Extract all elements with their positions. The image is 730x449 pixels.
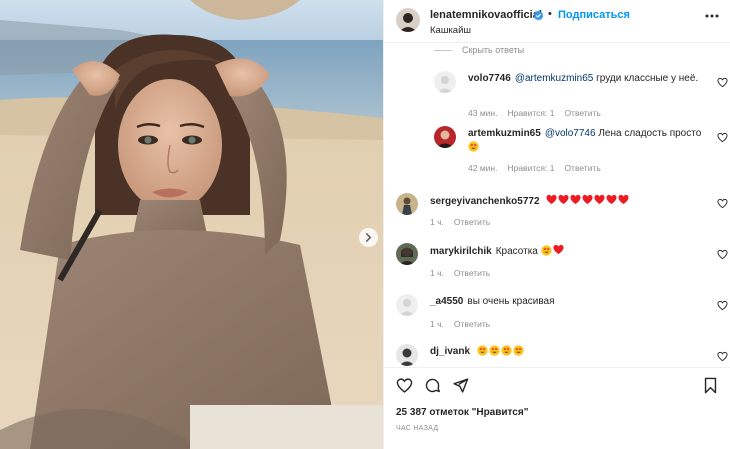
reply-button[interactable]: Ответить <box>564 108 600 118</box>
comment-meta: 1 ч. Ответить <box>430 217 500 227</box>
avatar-photo-icon <box>396 243 418 265</box>
comment-meta: 1 ч. Ответить <box>430 268 500 278</box>
comments-list[interactable]: Скрыть ответы volo7746 @artemkuzmin65 гру… <box>384 44 730 367</box>
header-separator: • <box>548 8 552 20</box>
post-photo <box>0 0 383 449</box>
comment-like-heart-icon[interactable] <box>717 300 728 311</box>
commenter-avatar[interactable] <box>434 71 456 93</box>
avatar-photo-icon <box>434 126 456 148</box>
comment-icon[interactable] <box>424 377 441 394</box>
comment-like-heart-icon[interactable] <box>717 198 728 209</box>
heart-eyes-emoji-icon <box>513 345 524 356</box>
bookmark-icon[interactable] <box>702 377 719 394</box>
reply-button[interactable]: Ответить <box>564 163 600 173</box>
red-heart-emoji-icon <box>594 194 605 205</box>
commenter-avatar[interactable] <box>396 294 418 316</box>
comment-like-heart-icon[interactable] <box>717 249 728 260</box>
reply-button[interactable]: Ответить <box>454 268 490 278</box>
hide-replies-label: Скрыть ответы <box>462 45 525 55</box>
comment-mention[interactable]: @volo7746 <box>545 128 596 139</box>
post-media[interactable] <box>0 0 383 449</box>
instagram-post: lenatemnikovaofficial • Подписаться Кашк… <box>0 0 730 449</box>
comment-like-heart-icon[interactable] <box>717 132 728 143</box>
comment-meta: 1 ч. Ответить <box>430 319 500 329</box>
heart-eyes-emoji-icon <box>468 141 479 152</box>
reply-button[interactable]: Ответить <box>454 217 490 227</box>
comment-username[interactable]: volo7746 <box>468 73 511 84</box>
comment-username[interactable]: sergeyivanchenko5772 <box>430 196 540 207</box>
default-avatar-icon <box>434 71 456 93</box>
post-location[interactable]: Кашкайш <box>430 25 471 36</box>
heart-eyes-emoji-icon <box>501 345 512 356</box>
heart-eyes-emoji-icon <box>489 345 500 356</box>
avatar-photo-icon <box>396 193 418 215</box>
replies-divider <box>434 49 452 51</box>
author-username[interactable]: lenatemnikovaofficial <box>430 9 542 21</box>
comment-time: 1 ч. <box>430 268 444 278</box>
avatar-photo-icon <box>396 344 418 366</box>
likes-count[interactable]: 25 387 отметок "Нравится" <box>396 407 528 418</box>
red-heart-emoji-icon <box>570 194 581 205</box>
avatar-photo-icon <box>396 8 420 32</box>
comment-mention[interactable]: @artemkuzmin65 <box>515 73 594 84</box>
comment-username[interactable]: artemkuzmin65 <box>468 128 541 139</box>
verified-badge-icon <box>533 10 544 21</box>
comment-time: 1 ч. <box>430 319 444 329</box>
follow-button[interactable]: Подписаться <box>558 9 630 21</box>
post-actions: 25 387 отметок "Нравится" ЧАС НАЗАД <box>384 367 730 449</box>
comment-text: Лена сладость просто <box>595 128 702 139</box>
comment-text: Красотка <box>495 246 538 257</box>
chevron-right-icon <box>365 233 372 242</box>
comment-time: 1 ч. <box>430 217 444 227</box>
reply-button[interactable]: Ответить <box>454 319 490 329</box>
comment-like-heart-icon[interactable] <box>717 77 728 88</box>
commenter-avatar[interactable] <box>396 243 418 265</box>
share-icon[interactable] <box>452 377 469 394</box>
comment-likes[interactable]: Нравится: 1 <box>507 108 554 118</box>
carousel-next-button[interactable] <box>359 228 378 247</box>
red-heart-emoji-icon <box>582 194 593 205</box>
more-options-icon[interactable] <box>704 8 720 24</box>
author-avatar[interactable] <box>396 8 420 32</box>
comment-time: 43 мин. <box>468 108 498 118</box>
comment-username[interactable]: dj_ivank <box>430 346 470 357</box>
red-heart-emoji-icon <box>553 244 564 255</box>
comment-username[interactable]: _a4550 <box>430 296 463 307</box>
comment-text: вы очень красивая <box>467 296 555 307</box>
comment-text: груди классные у неё. <box>593 73 699 84</box>
comment-meta: 42 мин. Нравится: 1 Ответить <box>468 163 611 173</box>
red-heart-emoji-icon <box>618 194 629 205</box>
commenter-avatar[interactable] <box>396 193 418 215</box>
commenter-avatar[interactable] <box>396 344 418 366</box>
post-header: lenatemnikovaofficial • Подписаться Кашк… <box>384 0 730 43</box>
post-date: ЧАС НАЗАД <box>396 425 439 432</box>
comment-meta: 43 мин. Нравится: 1 Ответить <box>468 108 611 118</box>
comment-time: 42 мин. <box>468 163 498 173</box>
comment-likes[interactable]: Нравится: 1 <box>507 163 554 173</box>
commenter-avatar[interactable] <box>434 126 456 148</box>
comment-like-heart-icon[interactable] <box>717 351 728 362</box>
heart-icon[interactable] <box>396 377 413 394</box>
post-panel: lenatemnikovaofficial • Подписаться Кашк… <box>383 0 730 449</box>
heart-eyes-emoji-icon <box>477 345 488 356</box>
red-heart-emoji-icon <box>546 194 557 205</box>
red-heart-emoji-icon <box>606 194 617 205</box>
comment-username[interactable]: marykirilchik <box>430 246 492 257</box>
heart-eyes-emoji-icon <box>541 245 552 256</box>
hide-replies-button[interactable]: Скрыть ответы <box>434 45 524 55</box>
default-avatar-icon <box>396 294 418 316</box>
red-heart-emoji-icon <box>558 194 569 205</box>
